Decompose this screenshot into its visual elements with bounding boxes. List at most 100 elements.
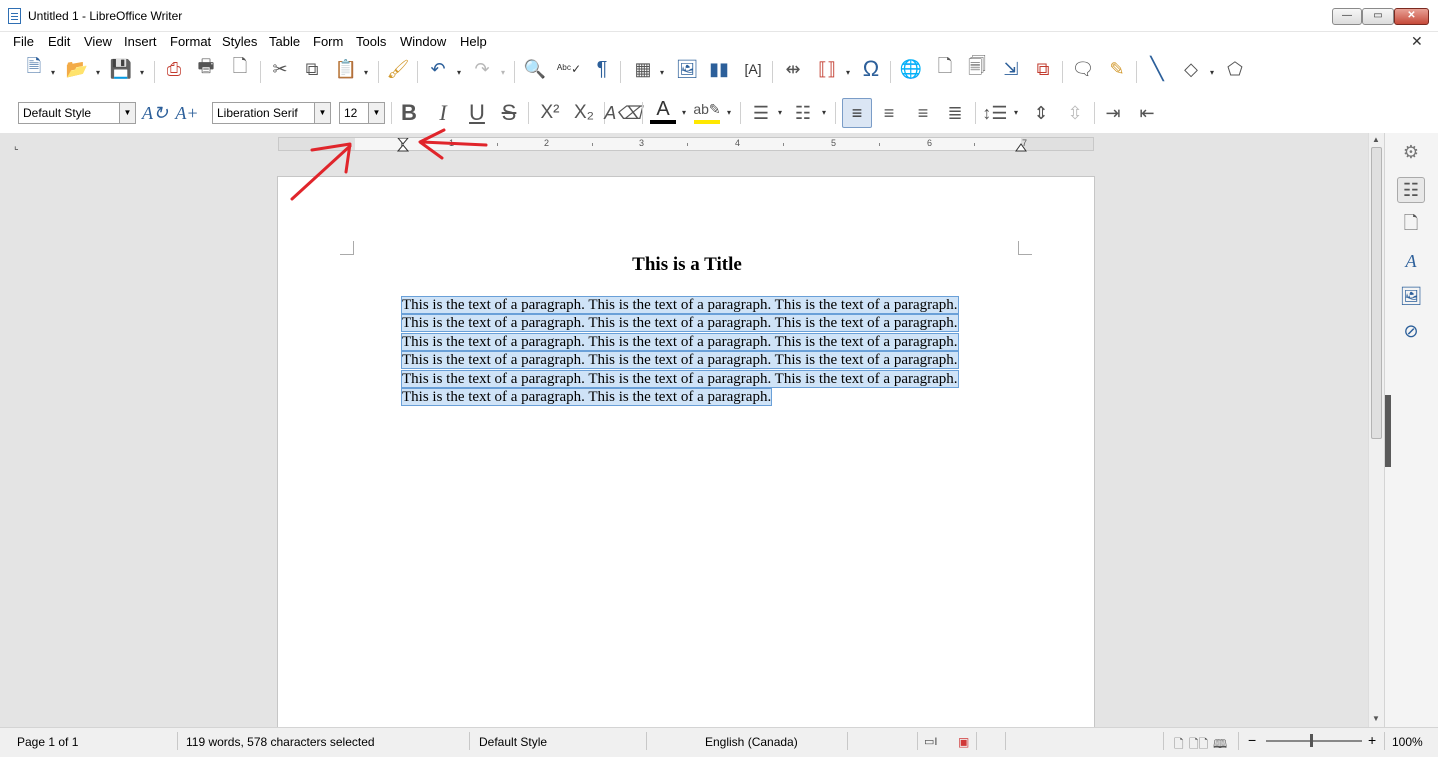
highlighting-dropdown-icon[interactable]: ▾ <box>727 108 731 117</box>
insert-mode-icon[interactable]: ▭I <box>924 735 937 748</box>
minimize-button[interactable]: — <box>1332 8 1362 25</box>
spelling-icon[interactable]: ᴬᵇᶜ✓ <box>556 56 582 82</box>
basic-shapes-icon[interactable]: ◇ <box>1178 56 1204 82</box>
new-style-icon[interactable]: A+ <box>174 100 200 126</box>
page-style[interactable]: Default Style <box>479 735 547 749</box>
footnote-icon[interactable]: 🗋 <box>932 56 958 82</box>
save-dropdown-icon[interactable]: ▾ <box>140 68 144 77</box>
zoom-out-button[interactable]: − <box>1248 732 1256 748</box>
font-size-combo[interactable]: 12 ▼ <box>339 102 385 124</box>
bookmark-icon[interactable]: ⇲ <box>998 56 1024 82</box>
sidebar-navigator-icon[interactable]: ⊘ <box>1397 318 1425 344</box>
track-changes-icon[interactable]: ✎ <box>1104 56 1130 82</box>
menu-file[interactable]: File <box>13 34 34 49</box>
menu-view[interactable]: View <box>84 34 112 49</box>
zoom-in-button[interactable]: + <box>1368 732 1376 748</box>
align-left-button[interactable]: ≡ <box>842 98 872 128</box>
endnote-icon[interactable]: 🗐 <box>964 56 990 82</box>
increase-indent-icon[interactable]: ⇥ <box>1100 100 1126 126</box>
document-title[interactable]: This is a Title <box>278 254 1096 276</box>
special-character-icon[interactable]: Ω <box>858 56 884 82</box>
clear-formatting-icon[interactable]: A⌫ <box>604 100 641 126</box>
close-window-button[interactable]: ✕ <box>1394 8 1429 25</box>
maximize-button[interactable]: ▭ <box>1362 8 1394 25</box>
chevron-down-icon[interactable]: ▼ <box>119 103 135 123</box>
menu-form[interactable]: Form <box>313 34 343 49</box>
menu-styles[interactable]: Styles <box>222 34 257 49</box>
paragraph-line[interactable]: This is the text of a paragraph. This is… <box>402 315 958 332</box>
undo-dropdown-icon[interactable]: ▾ <box>457 68 461 77</box>
menu-format[interactable]: Format <box>170 34 211 49</box>
insert-image-icon[interactable]: 🖼 <box>674 56 700 82</box>
insert-field-icon[interactable]: ⟦⟧ <box>814 56 840 82</box>
horizontal-ruler[interactable]: 1 2 3 4 5 6 7 <box>278 137 1094 152</box>
export-pdf-icon[interactable]: ⎙ <box>162 56 186 82</box>
line-spacing-icon[interactable]: ↕☰ <box>982 100 1008 126</box>
scrollbar-thumb[interactable] <box>1371 147 1382 439</box>
open-dropdown-icon[interactable]: ▾ <box>96 68 100 77</box>
unordered-list-icon[interactable]: ☰ <box>748 100 774 126</box>
document-page[interactable]: This is a Title This is the text of a pa… <box>277 176 1095 727</box>
menu-window[interactable]: Window <box>400 34 446 49</box>
field-dropdown-icon[interactable]: ▾ <box>846 68 850 77</box>
cross-reference-icon[interactable]: ⧉ <box>1030 56 1056 82</box>
print-preview-icon[interactable]: 🗋 <box>228 56 252 82</box>
underline-button[interactable]: U <box>464 100 490 126</box>
line-icon[interactable]: ╲ <box>1144 56 1170 82</box>
find-replace-icon[interactable]: 🔍 <box>522 56 548 82</box>
word-count[interactable]: 119 words, 578 characters selected <box>186 735 375 749</box>
unordered-list-dropdown-icon[interactable]: ▾ <box>778 108 782 117</box>
single-page-view-icon[interactable]: 🗋 <box>1174 735 1184 756</box>
sidebar-page-icon[interactable]: 🗋 <box>1397 213 1425 239</box>
line-spacing-dropdown-icon[interactable]: ▾ <box>1014 108 1018 117</box>
print-icon[interactable]: 🖶 <box>194 56 218 82</box>
tab-stop-type-icon[interactable]: ⌞ <box>14 141 19 152</box>
vertical-scrollbar[interactable]: ▲ ▼ <box>1368 133 1384 727</box>
font-color-icon[interactable]: A <box>650 98 676 124</box>
open-folder-icon[interactable]: 📂 <box>64 56 90 82</box>
first-line-indent-marker[interactable] <box>397 138 409 152</box>
zoom-slider[interactable] <box>1266 740 1362 742</box>
subscript-button[interactable]: X₂ <box>570 100 598 126</box>
bold-button[interactable]: B <box>396 100 422 126</box>
ordered-list-icon[interactable]: ☷ <box>790 100 816 126</box>
update-style-icon[interactable]: A↻ <box>142 100 168 126</box>
sidebar-gallery-icon[interactable]: 🖼 <box>1397 283 1425 309</box>
scroll-up-icon[interactable]: ▲ <box>1372 135 1380 144</box>
paragraph-line[interactable]: This is the text of a paragraph. This is… <box>402 352 958 369</box>
paragraph-line[interactable]: This is the text of a paragraph. This is… <box>402 389 772 406</box>
language[interactable]: English (Canada) <box>705 735 798 749</box>
sidebar-settings-icon[interactable]: ⚙ <box>1397 139 1425 165</box>
menu-edit[interactable]: Edit <box>48 34 70 49</box>
shapes-dropdown-icon[interactable]: ▾ <box>1210 68 1214 77</box>
paste-icon[interactable]: 📋 <box>334 56 358 82</box>
menu-table[interactable]: Table <box>269 34 300 49</box>
document-modified-icon[interactable]: ▣ <box>958 735 969 749</box>
document-paragraph[interactable]: This is the text of a paragraph. This is… <box>402 296 1022 406</box>
comment-icon[interactable]: 🗨 <box>1070 56 1096 82</box>
sidebar-styles-icon[interactable]: A <box>1397 248 1425 274</box>
insert-table-icon[interactable]: ▦ <box>630 56 656 82</box>
decrease-indent-icon[interactable]: ⇤ <box>1134 100 1160 126</box>
italic-button[interactable]: I <box>430 100 456 126</box>
font-name-combo[interactable]: Liberation Serif ▼ <box>212 102 331 124</box>
menu-tools[interactable]: Tools <box>356 34 386 49</box>
highlighting-icon[interactable]: ab✎ <box>693 98 721 124</box>
show-draw-functions-icon[interactable]: ⬠ <box>1222 56 1248 82</box>
ordered-list-dropdown-icon[interactable]: ▾ <box>822 108 826 117</box>
paste-dropdown-icon[interactable]: ▾ <box>364 68 368 77</box>
increase-paragraph-spacing-icon[interactable]: ⇕ <box>1028 100 1054 126</box>
strikethrough-button[interactable]: S <box>496 100 522 126</box>
close-document-button[interactable]: ✕ <box>1411 33 1423 50</box>
new-document-icon[interactable]: 🗎 <box>22 56 46 82</box>
table-dropdown-icon[interactable]: ▾ <box>660 68 664 77</box>
chevron-down-icon[interactable]: ▼ <box>314 103 330 123</box>
paragraph-line[interactable]: This is the text of a paragraph. This is… <box>402 333 958 350</box>
superscript-button[interactable]: X² <box>536 100 564 126</box>
multi-page-view-icon[interactable]: 🗋🗋 <box>1189 735 1208 756</box>
undo-icon[interactable]: ↶ <box>426 56 450 82</box>
cut-icon[interactable]: ✂ <box>268 56 292 82</box>
book-view-icon[interactable]: 🕮 <box>1213 735 1227 756</box>
sidebar-collapse-handle[interactable] <box>1385 395 1391 467</box>
align-right-button[interactable]: ≡ <box>910 100 936 126</box>
